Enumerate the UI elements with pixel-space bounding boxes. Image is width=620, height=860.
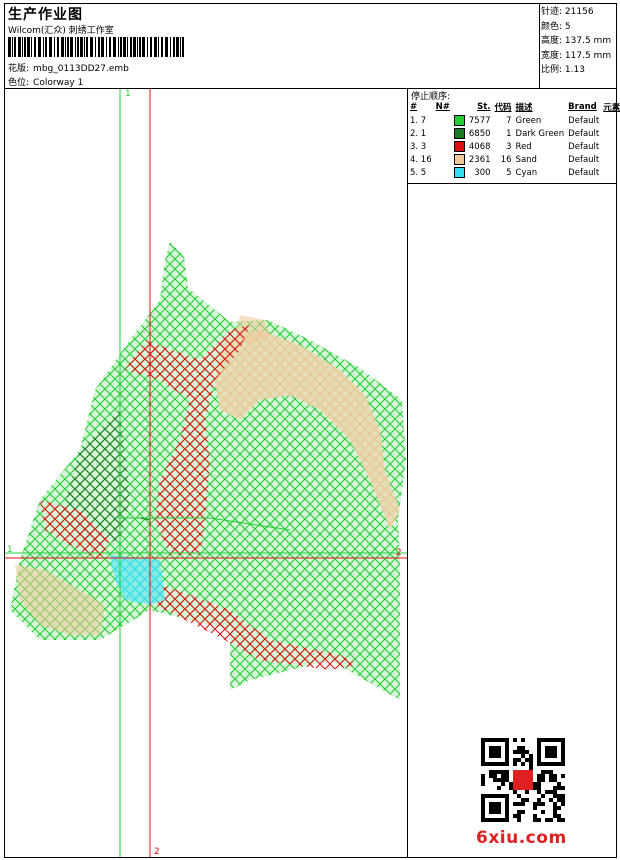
color-swatch <box>453 141 465 152</box>
colorway-value: Colorway 1 <box>33 78 84 88</box>
barcode <box>8 37 184 57</box>
col-needle: N# <box>435 102 450 112</box>
design-file-label: 花版: <box>8 64 30 74</box>
design-file-row: 花版: mbg_0113DD27.emb <box>8 61 129 74</box>
table-header-row: # N# St. 代码 描述 Brand 元素 <box>408 100 620 114</box>
col-element: 元素 <box>603 103 620 113</box>
stat-scale: 比例: 1.13 <box>541 65 585 75</box>
table-row: 1. 7 7577 7 Green Default <box>410 115 600 126</box>
col-swatch <box>452 100 467 114</box>
panel-divider <box>407 88 408 858</box>
qr-code <box>481 738 565 822</box>
embroidery-design-canvas <box>5 89 407 857</box>
stat-height: 高度: 137.5 mm <box>541 36 612 46</box>
table-row: 3. 3 4068 3 Red Default <box>410 141 600 152</box>
col-brand: Brand <box>568 102 597 112</box>
watermark-logo: 6xiu.com <box>476 828 567 848</box>
stats-divider <box>539 3 540 88</box>
guide-v2-label: 2 <box>154 847 160 857</box>
color-swatch <box>453 128 465 139</box>
col-stitches: St. <box>477 102 491 112</box>
company-name: Wilcom(汇众) 刺绣工作室 <box>8 26 114 36</box>
page-title: 生产作业图 <box>8 7 83 23</box>
stat-width: 宽度: 117.5 mm <box>541 50 612 61</box>
guide-h1-label: 1 <box>7 545 13 555</box>
seal-stamp <box>513 770 533 790</box>
col-desc: 描述 <box>515 103 533 113</box>
guide-v1-label: 1 <box>125 89 131 99</box>
colorway-label: 色位: <box>8 78 30 88</box>
stop-sequence-table: # N# St. 代码 描述 Brand 元素 1. 7 7577 7 Green De… <box>408 100 620 179</box>
guide-h2-label: 2 <box>396 548 402 558</box>
color-swatch <box>453 167 465 178</box>
stop-table-divider <box>407 183 617 184</box>
table-row: 5. 5 300 5 Cyan Default <box>410 167 600 178</box>
col-index: # <box>410 102 418 112</box>
table-row: 4. 16 2361 16 Sand Default <box>410 154 600 165</box>
table-row: 2. 1 6850 1 Dark Green Default <box>410 128 600 139</box>
colorway-row: 色位: Colorway 1 <box>8 75 83 88</box>
col-code: 代码 <box>494 103 512 113</box>
design-file-value: mbg_0113DD27.emb <box>33 64 129 74</box>
color-swatch <box>453 115 465 126</box>
stat-stitches: 针迹: 21156 <box>541 7 594 17</box>
color-swatch <box>453 154 465 165</box>
stat-colors: 颜色: 5 <box>541 21 571 32</box>
design-stats: 针迹: 21156 颜色: 5 高度: 137.5 mm 宽度: 117.5 m… <box>541 5 615 78</box>
